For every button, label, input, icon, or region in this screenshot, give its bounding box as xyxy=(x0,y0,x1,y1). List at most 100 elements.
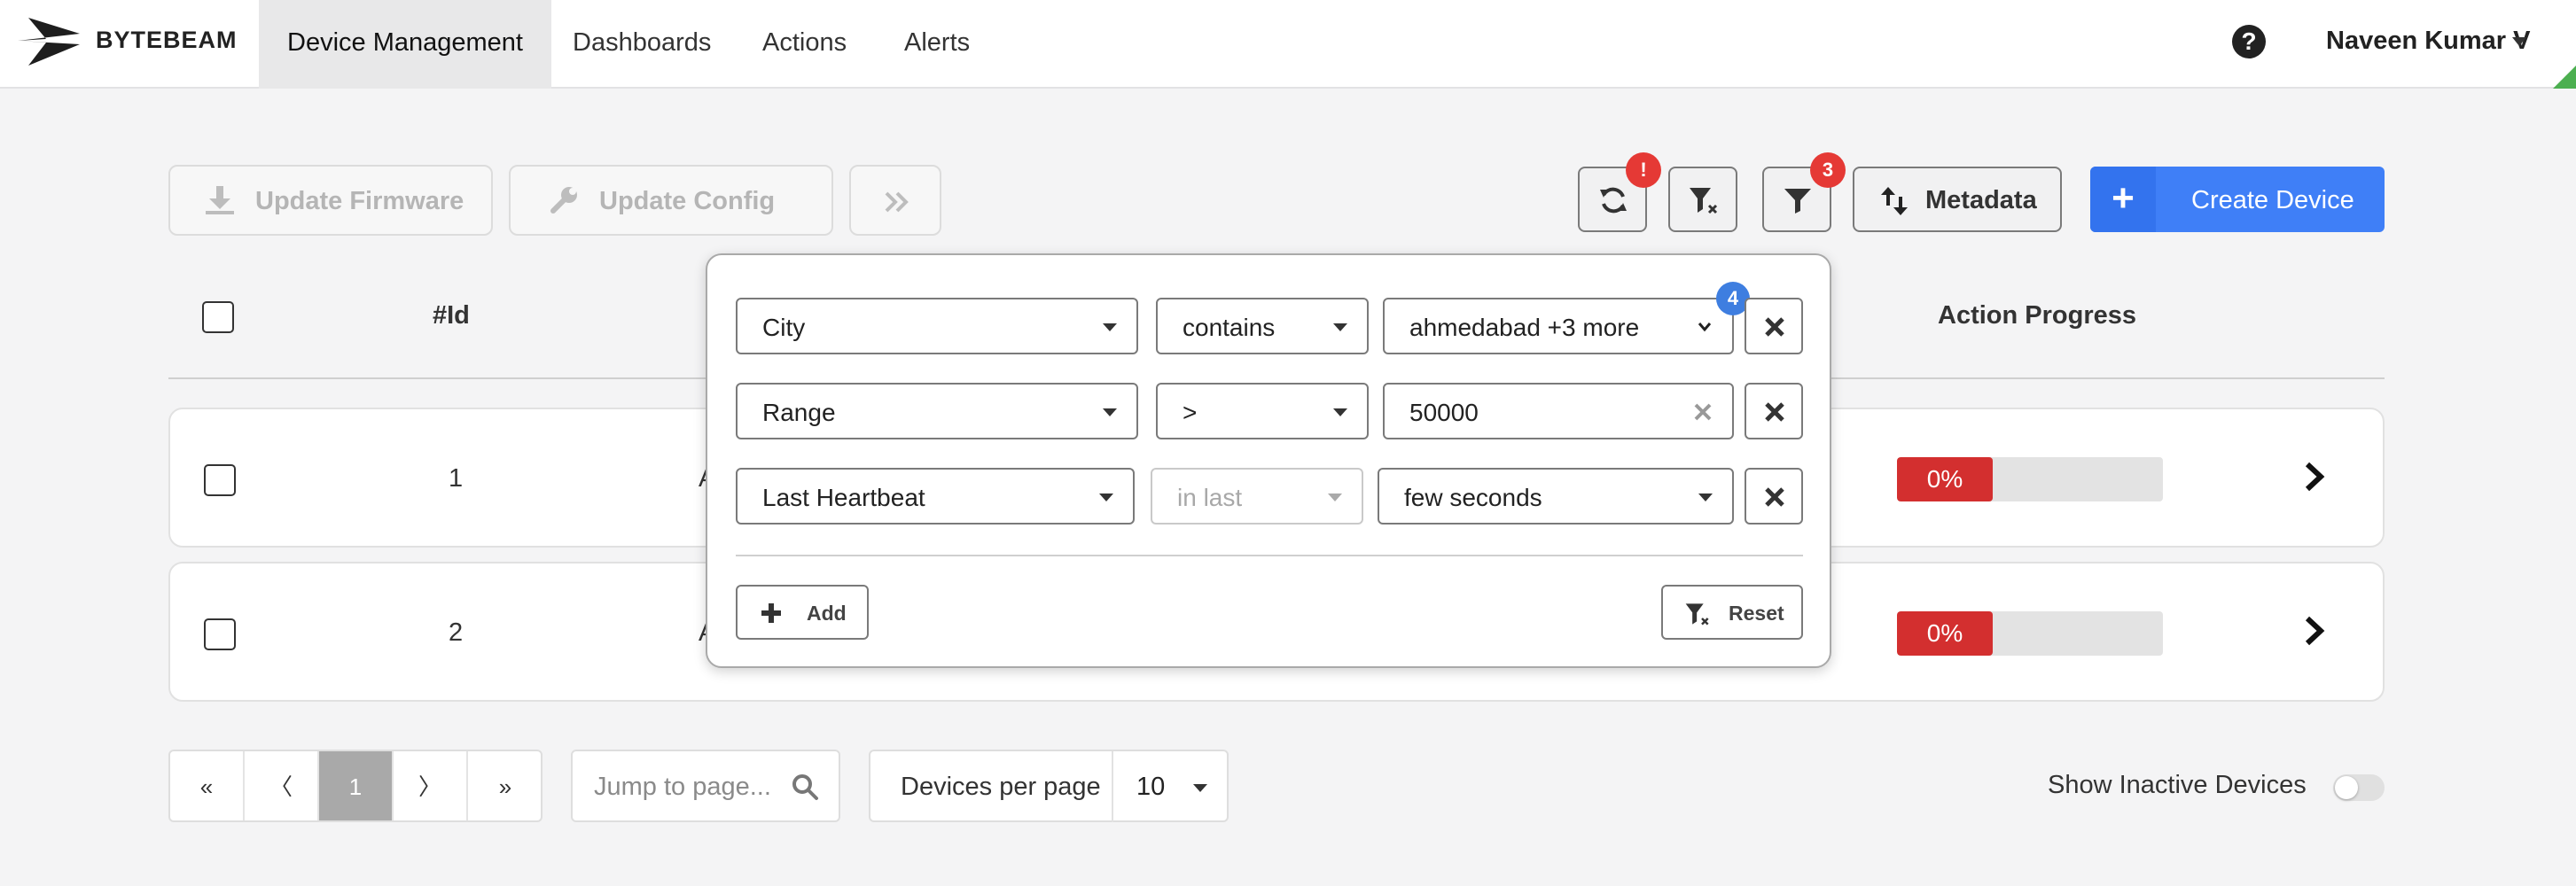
active-filter-count-badge: 3 xyxy=(1810,152,1846,188)
toggle-knob xyxy=(2335,776,2358,799)
filter-field-select[interactable]: City xyxy=(736,298,1138,354)
prev-page-button[interactable]: 〈 xyxy=(245,751,319,820)
filter-field-value: City xyxy=(762,314,806,341)
metadata-label: Metadata xyxy=(1925,186,2037,214)
caret-down-icon xyxy=(1698,494,1713,501)
popup-divider xyxy=(736,555,1803,556)
select-all-checkbox[interactable] xyxy=(202,301,234,333)
nav-actions[interactable]: Actions xyxy=(734,0,875,89)
filter-operator-value: in last xyxy=(1177,484,1243,511)
caret-down-icon xyxy=(1099,494,1113,501)
row-id: 1 xyxy=(449,464,464,493)
jump-to-page xyxy=(571,750,840,822)
column-header-id[interactable]: #Id xyxy=(433,301,470,330)
filter-value-text: ahmedabad +3 more xyxy=(1409,314,1640,341)
refresh-alert-badge: ! xyxy=(1626,152,1661,188)
help-icon[interactable]: ? xyxy=(2232,25,2266,58)
user-menu[interactable]: Naveen Kumar V xyxy=(2326,27,2531,56)
jump-to-page-input[interactable] xyxy=(594,771,789,803)
download-icon xyxy=(206,186,234,214)
caret-down-icon xyxy=(1333,323,1347,331)
brand-name[interactable]: BYTEBEAM xyxy=(96,27,238,54)
row-checkbox[interactable] xyxy=(204,618,236,650)
more-actions-button[interactable] xyxy=(849,165,941,236)
double-chevron-right-icon xyxy=(885,191,909,213)
bytebeam-logo-icon[interactable] xyxy=(16,14,80,67)
per-page-divider xyxy=(1112,751,1113,822)
filter-popup: City contains ahmedabad +3 more 4 Range … xyxy=(706,253,1831,668)
next-page-button[interactable]: 〉 xyxy=(394,751,468,820)
first-page-button[interactable]: « xyxy=(170,751,245,820)
pagination: « 〈 1 〉 » xyxy=(168,750,543,822)
column-header-action-progress[interactable]: Action Progress xyxy=(1938,301,2136,330)
clear-icon[interactable] xyxy=(1693,402,1713,422)
remove-filter-button[interactable] xyxy=(1745,383,1803,439)
filter-field-select[interactable]: Last Heartbeat xyxy=(736,468,1135,525)
nav-device-management[interactable]: Device Management xyxy=(259,0,551,89)
status-corner-indicator xyxy=(2553,66,2576,89)
wrench-icon xyxy=(550,187,577,214)
devices-per-page-value: 10 xyxy=(1136,773,1166,801)
filter-clear-icon xyxy=(1685,603,1709,626)
filter-operator-select: in last xyxy=(1151,468,1363,525)
row-checkbox[interactable] xyxy=(204,464,236,496)
action-progress-fill: 0% xyxy=(1897,611,1993,656)
create-device-label: Create Device xyxy=(2191,186,2354,214)
caret-down-icon xyxy=(1328,494,1342,501)
plus-icon xyxy=(761,603,781,623)
last-page-button[interactable]: » xyxy=(468,751,541,820)
remove-filter-button[interactable] xyxy=(1745,468,1803,525)
page-1-button[interactable]: 1 xyxy=(319,751,394,820)
close-icon xyxy=(1765,487,1784,507)
filter-field-value: Range xyxy=(762,399,836,426)
create-device-button[interactable]: + Create Device xyxy=(2090,167,2385,232)
show-inactive-devices-label: Show Inactive Devices xyxy=(2048,771,2307,799)
row-id: 2 xyxy=(449,618,464,647)
action-progress-bar: 0% xyxy=(1897,611,2163,656)
reset-filters-button[interactable]: Reset xyxy=(1661,585,1803,640)
caret-down-icon xyxy=(1333,408,1347,416)
caret-down-icon xyxy=(1103,323,1117,331)
filter-operator-select[interactable]: contains xyxy=(1156,298,1369,354)
search-icon[interactable] xyxy=(791,773,819,801)
sort-arrows-icon xyxy=(1881,187,1908,215)
filter-operator-select[interactable]: > xyxy=(1156,383,1369,439)
clear-filters-button[interactable] xyxy=(1668,167,1737,232)
devices-per-page-label: Devices per page xyxy=(901,773,1101,801)
plus-icon: + xyxy=(2090,167,2156,232)
remove-filter-button[interactable] xyxy=(1745,298,1803,354)
filter-value-multiselect[interactable]: ahmedabad +3 more xyxy=(1383,298,1734,354)
close-icon xyxy=(1765,317,1784,337)
update-config-label: Update Config xyxy=(599,187,776,215)
add-filter-button[interactable]: Add xyxy=(736,585,869,640)
action-progress-bar: 0% xyxy=(1897,457,2163,501)
nav-dashboards[interactable]: Dashboards xyxy=(544,0,739,89)
metadata-button[interactable]: Metadata xyxy=(1853,167,2062,232)
filter-operator-value: contains xyxy=(1183,314,1276,341)
filter-value-text: few seconds xyxy=(1404,484,1542,511)
caret-down-icon[interactable] xyxy=(2512,37,2526,46)
refresh-icon xyxy=(1600,187,1627,214)
chevron-down-icon xyxy=(1698,323,1712,332)
top-navbar: BYTEBEAM Device Management Dashboards Ac… xyxy=(0,0,2576,89)
caret-down-icon xyxy=(1103,408,1117,416)
update-firmware-button[interactable]: Update Firmware xyxy=(168,165,493,236)
devices-per-page-select[interactable]: Devices per page 10 xyxy=(869,750,1229,822)
close-icon xyxy=(1765,402,1784,422)
chevron-right-icon[interactable] xyxy=(2301,613,2328,649)
filter-field-value: Last Heartbeat xyxy=(762,484,925,511)
filter-value-text: 50000 xyxy=(1409,399,1479,426)
caret-down-icon[interactable] xyxy=(1193,784,1207,792)
chevron-right-icon[interactable] xyxy=(2301,459,2328,494)
filter-field-select[interactable]: Range xyxy=(736,383,1138,439)
show-inactive-devices-toggle[interactable] xyxy=(2333,774,2385,801)
update-config-button[interactable]: Update Config xyxy=(509,165,833,236)
filter-value-input[interactable]: 50000 xyxy=(1383,383,1734,439)
update-firmware-label: Update Firmware xyxy=(255,187,464,215)
filter-icon xyxy=(1784,189,1811,214)
reset-filters-label: Reset xyxy=(1729,602,1784,625)
nav-alerts[interactable]: Alerts xyxy=(876,0,998,89)
filter-value-select[interactable]: few seconds xyxy=(1378,468,1734,525)
add-filter-label: Add xyxy=(807,602,847,625)
filter-clear-icon xyxy=(1690,188,1718,214)
